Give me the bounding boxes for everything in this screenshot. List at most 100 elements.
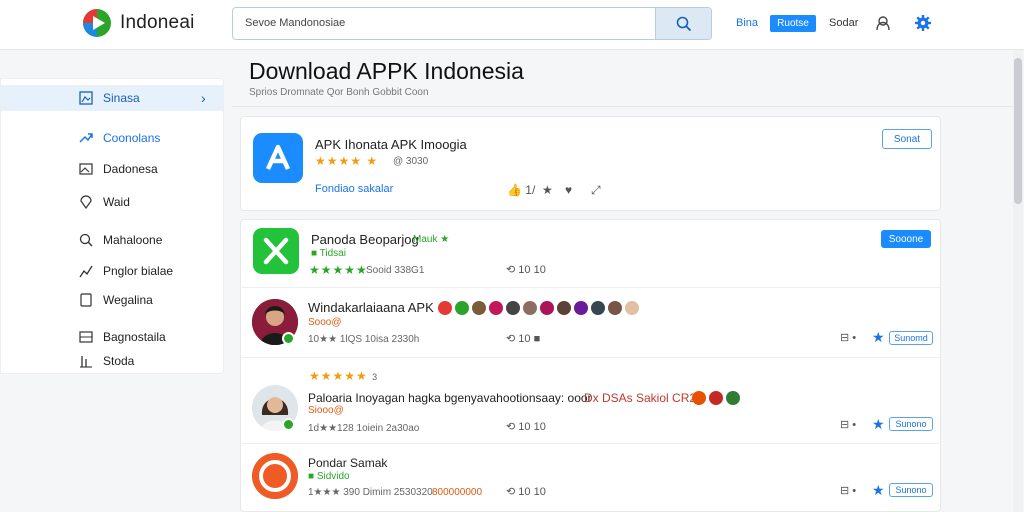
- rating-stars: ★★★★★: [309, 263, 368, 277]
- sidebar-item-bagnostaila[interactable]: Bagnostaila: [1, 324, 223, 350]
- sidebar-item-mahaloone[interactable]: Mahaloone: [1, 227, 223, 253]
- search-icon: [676, 16, 691, 31]
- sidebar-item-label: Bagnostaila: [103, 330, 166, 344]
- app-title[interactable]: Panoda Beoparjog: [311, 232, 419, 247]
- share-icon[interactable]: ⤢: [591, 183, 601, 198]
- sidebar-item-wegalina[interactable]: Wegalina: [1, 287, 223, 313]
- app-title-tail: Dx DSAs Sakiol CR2: [584, 391, 697, 405]
- sidebar-item-label: Waid: [103, 195, 130, 209]
- sidebar-item-label: Mahaloone: [103, 233, 163, 247]
- brand-logo-icon[interactable]: [82, 8, 112, 38]
- row-divider: [240, 357, 940, 358]
- sidebar-item-dadonesa[interactable]: Dadonesa: [1, 156, 223, 182]
- heart-icon[interactable]: ♥: [565, 183, 572, 197]
- bookmark-icon: [80, 293, 92, 307]
- sidebar-item-label: Stoda: [103, 354, 135, 368]
- row-divider: [240, 287, 940, 288]
- sidebar-item-label: Coonolans: [103, 131, 161, 145]
- page-title: Download APPK Indonesia: [249, 58, 524, 84]
- sidebar-item-label: Wegalina: [103, 293, 153, 307]
- app-tag: Mauk ★: [413, 234, 450, 245]
- app-meta: 10★★ 1lQS 10isa 2330h: [308, 334, 420, 345]
- list-icon[interactable]: ⊟ •: [840, 484, 856, 497]
- app-meta: Sooid 338G1: [366, 265, 425, 276]
- app-title[interactable]: Windakarlaiaana APK: [308, 300, 434, 315]
- like-button[interactable]: 👍 1/: [507, 183, 535, 197]
- star-icon[interactable]: ★: [872, 482, 885, 499]
- app-action-button[interactable]: Sunono: [889, 483, 933, 497]
- star-icon[interactable]: ★: [872, 329, 885, 346]
- emoji-reactions: [438, 301, 639, 315]
- stars-label: ★★★★★: [309, 369, 368, 383]
- search-icon: [79, 233, 93, 247]
- sidebar-item-waid[interactable]: Waid: [1, 189, 223, 215]
- search-button[interactable]: [655, 8, 711, 39]
- search-input[interactable]: Sevoe Mandonosiae: [245, 17, 345, 29]
- header-primary-button[interactable]: Ruotse: [770, 15, 816, 32]
- app-subtag: ■ Tidsai: [311, 248, 346, 259]
- app-title[interactable]: Pondar Samak: [308, 456, 387, 470]
- sidebar: Sinasa › Coonolans Dadonesa Waid Mahaloo…: [0, 78, 224, 374]
- app-logo-icon[interactable]: [253, 133, 303, 183]
- search-bar[interactable]: Sevoe Mandonosiae: [232, 7, 712, 40]
- list-icon[interactable]: ⊟ •: [840, 331, 856, 344]
- header-link-sodar[interactable]: Sodar: [829, 17, 858, 29]
- stars-number: 3: [372, 372, 379, 382]
- photo-icon: [79, 163, 93, 175]
- download-count[interactable]: ⟲ 10 10: [506, 263, 546, 276]
- app-meta: 1★★★ 390 Dimim 2530320: [308, 487, 433, 498]
- app-subtag: ■ Sidvido: [308, 471, 350, 482]
- stats-icon: [80, 356, 92, 368]
- sidebar-item-label: Pnglor bialae: [103, 264, 174, 278]
- online-badge: [282, 332, 295, 345]
- rating-stars: ★★★★★ 3: [309, 369, 378, 383]
- top-header: Indoneai Sevoe Mandonosiae Bina Ruotse S…: [0, 0, 1024, 50]
- user-icon[interactable]: [874, 14, 892, 32]
- app-action-button[interactable]: Sunomd: [889, 331, 933, 345]
- app-tag: Siooo@: [308, 405, 344, 416]
- star-icon[interactable]: ★: [542, 183, 553, 197]
- sidebar-item-pnglor-bialae[interactable]: Pnglor bialae: [1, 258, 223, 284]
- rating-count: @ 3030: [393, 156, 429, 167]
- install-button[interactable]: Sooone: [881, 230, 931, 248]
- sidebar-item-stoda[interactable]: Stoda: [1, 348, 223, 374]
- count-label: 10 10: [518, 264, 546, 276]
- row-divider: [240, 443, 940, 444]
- app-title[interactable]: Paloaria Inoyagan hagka bgenyavahootions…: [308, 391, 592, 405]
- sidebar-item-sinasa[interactable]: Sinasa ›: [1, 85, 223, 111]
- header-link-bina[interactable]: Bina: [736, 17, 758, 29]
- breadcrumb[interactable]: Sprios Dromnate Qor Bonh Gobbit Coon: [249, 87, 429, 98]
- sidebar-item-label: Dadonesa: [103, 162, 158, 176]
- count-label: 10 10: [518, 486, 546, 498]
- list-icon[interactable]: ⊟ •: [840, 418, 856, 431]
- app-action-button[interactable]: Sunono: [889, 417, 933, 431]
- download-count[interactable]: ⟲ 10 10: [506, 485, 546, 498]
- download-count[interactable]: ⟲ 10 10: [506, 420, 546, 433]
- scrollbar-thumb[interactable]: [1014, 58, 1022, 204]
- developer-link[interactable]: Fondiao sakalar: [315, 183, 393, 195]
- trending-icon: [79, 133, 93, 143]
- download-count[interactable]: ⟲ 10 ■: [506, 332, 540, 345]
- sidebar-item-label: Sinasa: [103, 91, 140, 105]
- app-logo-icon[interactable]: [252, 453, 298, 499]
- gear-icon[interactable]: [914, 14, 932, 32]
- emoji-reactions: [692, 391, 740, 405]
- divider: [232, 106, 1016, 107]
- chart-icon: [79, 265, 93, 278]
- featured-action-button[interactable]: Sonat: [882, 129, 932, 149]
- featured-app-card[interactable]: APK Ihonata APK Imoogia ★★★★ ★ @ 3030 Fo…: [240, 116, 941, 211]
- app-title[interactable]: APK Ihonata APK Imoogia: [315, 137, 467, 152]
- chevron-right-icon: ›: [201, 90, 206, 106]
- app-logo-icon[interactable]: [253, 228, 299, 274]
- star-icon[interactable]: ★: [872, 416, 885, 433]
- image-icon: [79, 91, 93, 105]
- location-icon: [80, 195, 92, 210]
- online-badge: [282, 418, 295, 431]
- sidebar-item-coonolans[interactable]: Coonolans: [1, 125, 223, 151]
- count-label: 10 ■: [518, 333, 541, 345]
- app-tag: 800000000: [432, 487, 483, 498]
- rating-stars: ★★★★ ★: [315, 154, 379, 168]
- brand-name[interactable]: Indoneai: [120, 12, 195, 34]
- app-meta: 1d★★128 1oiein 2a30ao: [308, 423, 420, 434]
- count-label: 10 10: [518, 421, 546, 433]
